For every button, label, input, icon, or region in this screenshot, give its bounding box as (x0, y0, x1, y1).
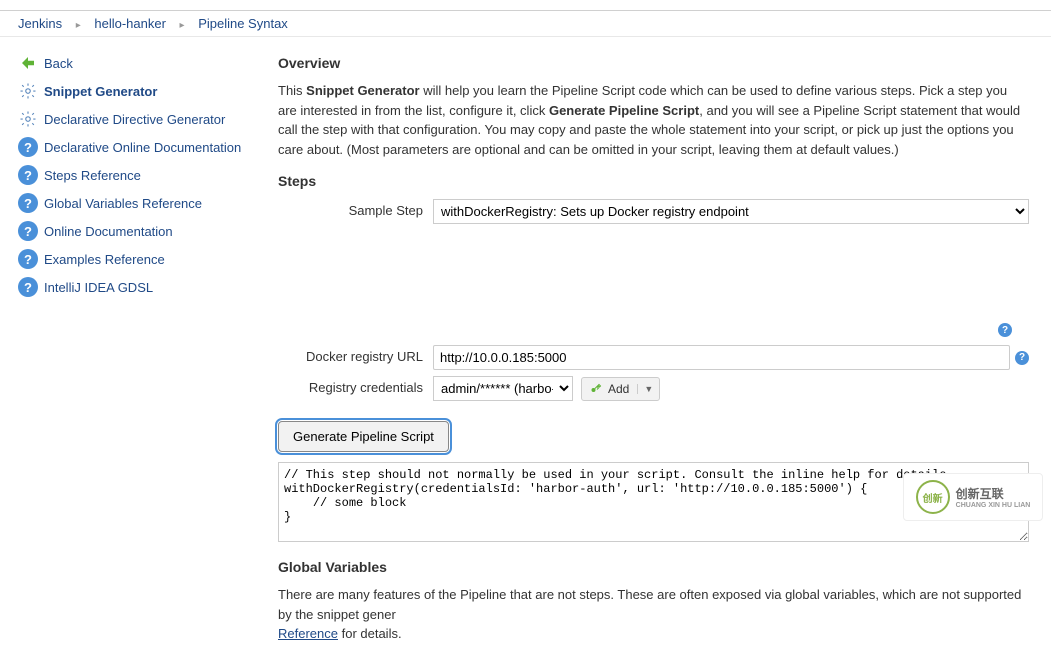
spacer (278, 230, 1029, 345)
breadcrumb-sep: ▸ (180, 20, 185, 31)
sidebar-item-examples-ref[interactable]: ? Examples Reference (0, 245, 278, 273)
help-icon: ? (18, 277, 38, 297)
help-icon: ? (18, 137, 38, 157)
gear-icon (18, 109, 38, 129)
sidebar-item-declarative-directive[interactable]: Declarative Directive Generator (0, 105, 278, 133)
main-content: Overview This Snippet Generator will hel… (278, 37, 1051, 662)
sidebar-item-label: Snippet Generator (44, 84, 157, 99)
sidebar-item-intellij-gdsl[interactable]: ? IntelliJ IDEA GDSL (0, 273, 278, 301)
top-bar (0, 0, 1051, 11)
gear-icon (18, 81, 38, 101)
breadcrumbs: Jenkins ▸ hello-hanker ▸ Pipeline Syntax (0, 11, 1051, 37)
sidebar-item-global-vars-ref[interactable]: ? Global Variables Reference (0, 189, 278, 217)
sidebar-item-online-doc[interactable]: ? Online Documentation (0, 217, 278, 245)
breadcrumb-job[interactable]: hello-hanker (94, 16, 166, 31)
brand-sub: CHUANG XIN HU LIAN (956, 502, 1031, 509)
back-arrow-icon (18, 53, 38, 73)
sidebar-item-label: Declarative Online Documentation (44, 140, 241, 155)
sidebar-item-back[interactable]: Back (0, 49, 278, 77)
registry-cred-label: Registry credentials (278, 376, 433, 395)
generate-pipeline-script-button[interactable]: Generate Pipeline Script (278, 421, 449, 452)
reference-link[interactable]: Reference (278, 626, 338, 641)
global-variables-title: Global Variables (278, 559, 1029, 575)
sample-step-label: Sample Step (278, 199, 433, 218)
registry-cred-row: Registry credentials admin/****** (harbo… (278, 376, 1029, 401)
sidebar-item-label: Global Variables Reference (44, 196, 202, 211)
help-icon: ? (18, 249, 38, 269)
steps-title: Steps (278, 173, 1029, 189)
docker-url-input[interactable] (433, 345, 1010, 370)
sidebar-item-snippet-generator[interactable]: Snippet Generator (0, 77, 278, 105)
breadcrumb-jenkins[interactable]: Jenkins (18, 16, 62, 31)
add-dropdown-caret-icon: ▼ (637, 384, 651, 394)
docker-url-label: Docker registry URL (278, 345, 433, 364)
help-icon: ? (18, 165, 38, 185)
breadcrumb-sep: ▸ (76, 20, 81, 31)
sidebar-item-label: Steps Reference (44, 168, 141, 183)
breadcrumb-page[interactable]: Pipeline Syntax (198, 16, 288, 31)
sidebar-item-label: Online Documentation (44, 224, 173, 239)
sidebar-item-label: Examples Reference (44, 252, 165, 267)
overview-bold: Generate Pipeline Script (549, 103, 699, 118)
add-credentials-button[interactable]: Add ▼ (581, 377, 660, 401)
docker-url-help[interactable]: ? (1015, 348, 1029, 362)
help-icon: ? (18, 193, 38, 213)
sidebar-item-declarative-online-doc[interactable]: ? Declarative Online Documentation (0, 133, 278, 161)
docker-url-row: Docker registry URL ? ? (278, 345, 1029, 370)
overview-description: This Snippet Generator will help you lea… (278, 81, 1029, 159)
brand-logo: 创新 创新互联 CHUANG XIN HU LIAN (903, 473, 1043, 521)
gv-text: There are many features of the Pipeline … (278, 587, 1021, 622)
sidebar: Back Snippet Generator Declarative Direc… (0, 37, 278, 662)
sample-step-select[interactable]: withDockerRegistry: Sets up Docker regis… (433, 199, 1029, 224)
sidebar-item-steps-reference[interactable]: ? Steps Reference (0, 161, 278, 189)
sample-step-row: Sample Step withDockerRegistry: Sets up … (278, 199, 1029, 224)
registry-cred-select[interactable]: admin/****** (harbo-auth) (433, 376, 573, 401)
overview-text: This (278, 83, 306, 98)
help-icon[interactable]: ? (998, 323, 1012, 337)
sidebar-item-label: Declarative Directive Generator (44, 112, 225, 127)
overview-bold: Snippet Generator (306, 83, 419, 98)
gv-text: for details. (338, 626, 402, 641)
global-variables-description: There are many features of the Pipeline … (278, 585, 1029, 644)
brand-circle-icon: 创新 (916, 480, 950, 514)
brand-name: 创新互联 (956, 485, 1031, 502)
key-icon (590, 383, 602, 395)
sidebar-item-label: Back (44, 56, 73, 71)
overview-title: Overview (278, 55, 1029, 71)
add-button-label: Add (608, 382, 629, 396)
help-icon: ? (18, 221, 38, 241)
sidebar-item-label: IntelliJ IDEA GDSL (44, 280, 153, 295)
